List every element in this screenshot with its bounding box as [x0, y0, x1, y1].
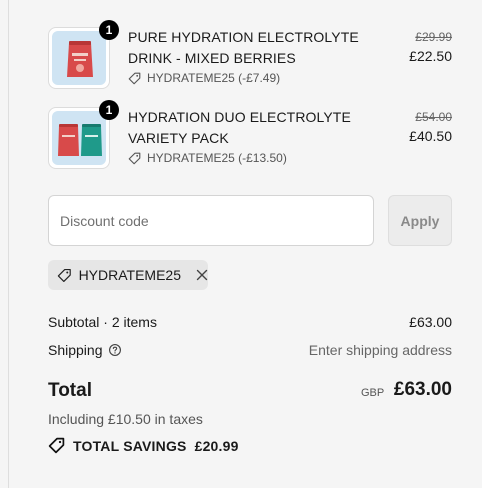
subtotal-row: Subtotal · 2 items £63.00 — [48, 314, 452, 330]
savings-label: TOTAL SAVINGS — [73, 437, 187, 454]
line-item: 1 PURE HYDRATION ELECTROLYTE DRINK - MIX… — [48, 20, 452, 93]
shipping-label: Shipping — [48, 342, 103, 358]
original-price: £54.00 — [415, 110, 452, 124]
currency-code: GBP — [361, 387, 385, 399]
savings-value: £20.99 — [194, 437, 239, 454]
applied-code-label: HYDRATEME25 — [78, 267, 181, 283]
total-label: Total — [48, 380, 92, 401]
tag-icon — [128, 72, 141, 84]
help-icon[interactable] — [108, 343, 122, 357]
item-discount-label: HYDRATEME25 (-£13.50) — [147, 151, 287, 165]
original-price: £29.99 — [415, 30, 452, 44]
quantity-badge: 1 — [99, 100, 119, 120]
total-value: £63.00 — [393, 379, 452, 400]
tag-icon — [57, 268, 71, 282]
discount-code-input[interactable] — [48, 195, 374, 246]
item-price: £40.50 — [409, 128, 452, 144]
shipping-value: Enter shipping address — [308, 342, 452, 358]
remove-code-button[interactable] — [196, 269, 208, 281]
item-discount: HYDRATEME25 (-£7.49) — [128, 71, 280, 85]
close-icon — [196, 269, 208, 281]
item-discount-label: HYDRATEME25 (-£7.49) — [147, 71, 281, 85]
total-savings: TOTAL SAVINGS £20.99 — [48, 437, 239, 454]
subtotal-label: Subtotal · 2 items — [48, 314, 157, 330]
quantity-badge: 1 — [99, 20, 119, 40]
item-price: £22.50 — [409, 48, 452, 64]
tag-icon — [128, 152, 141, 164]
line-item: 1 HYDRATION DUO ELECTROLYTE VARIETY PACK… — [48, 100, 452, 173]
panel-divider — [8, 0, 9, 488]
product-pouch-image — [67, 41, 93, 77]
product-duo-image — [58, 124, 102, 156]
item-title: PURE HYDRATION ELECTROLYTE DRINK - MIXED… — [128, 29, 359, 66]
product-thumbnail: 1 — [48, 20, 119, 89]
taxes-note: Including £10.50 in taxes — [48, 411, 203, 427]
product-thumbnail: 1 — [48, 100, 119, 169]
shipping-row: Shipping Enter shipping address — [48, 342, 452, 358]
item-discount: HYDRATEME25 (-£13.50) — [128, 151, 287, 165]
savings-tag-icon — [48, 437, 65, 454]
item-title: HYDRATION DUO ELECTROLYTE VARIETY PACK — [128, 109, 351, 146]
subtotal-value: £63.00 — [409, 314, 452, 330]
apply-discount-button[interactable]: Apply — [388, 195, 452, 246]
applied-code-chip: HYDRATEME25 — [48, 260, 208, 290]
